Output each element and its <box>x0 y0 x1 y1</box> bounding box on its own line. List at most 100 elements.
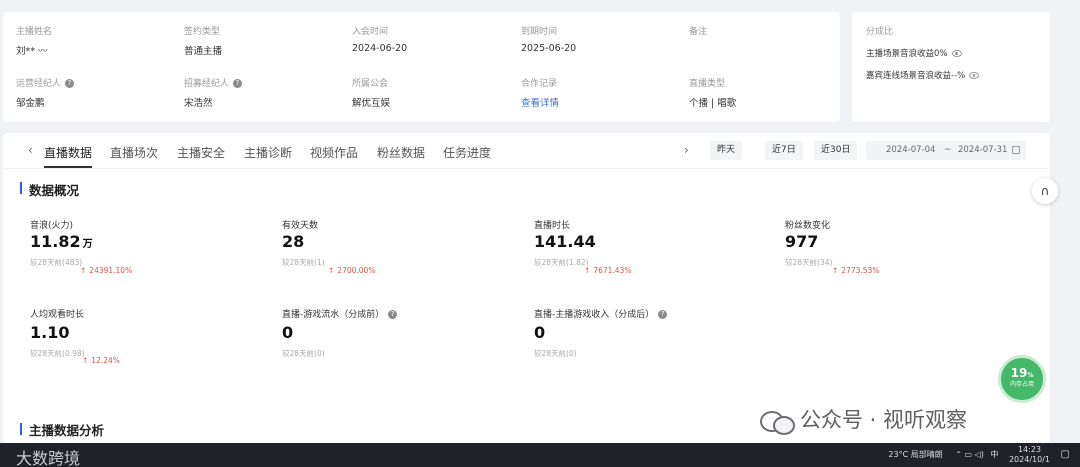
taskbar-watermark-text: 大数跨境 <box>16 449 81 467</box>
tab-live-data[interactable]: 直播数据 <box>44 144 92 161</box>
metric-label: 直播-主播游戏收入（分成后）? <box>534 307 668 320</box>
metric-change-text: 2773.53% <box>841 266 880 275</box>
metric-change: ↑ 2773.53% <box>832 266 879 275</box>
metric-change-text: 2700.00% <box>337 266 376 275</box>
live-type-label: 直播类型 <box>689 79 726 89</box>
gauge-subtitle: 内存占用 <box>1009 381 1034 388</box>
section-accent-bar <box>20 182 22 194</box>
guild-label: 所属公会 <box>352 79 389 89</box>
help-icon[interactable]: ? <box>388 310 398 319</box>
metric-value: 141.44 <box>534 232 596 251</box>
metric-change-text: 7671.43% <box>593 266 632 275</box>
overview-title: 数据概况 <box>29 183 80 198</box>
ime-indicator[interactable]: 中 <box>990 443 998 467</box>
split-row-guest: 嘉宾连线场景音浪收益--% <box>866 69 980 81</box>
recruit-agent-value: 宋浩然 <box>184 98 213 109</box>
metric-label-text: 直播-游戏流水（分成前） <box>282 310 385 320</box>
help-icon[interactable]: ? <box>65 79 75 88</box>
headset-icon[interactable]: ∩ <box>1032 178 1058 204</box>
watermark-text: 公众号 · 视听观察 <box>800 408 968 432</box>
last-30-days-button[interactable]: 近30日 <box>814 141 858 160</box>
contract-type-value: 普通主播 <box>184 46 223 57</box>
chevron-left-icon[interactable]: ‹ <box>28 143 33 157</box>
live-data-card: ‹ 直播数据 直播场次 主播安全 主播诊断 视频作品 粉丝数据 任务进度 › 昨… <box>3 133 1050 443</box>
metric-compare: 较28天前(483) <box>30 258 83 267</box>
tab-video-works[interactable]: 视频作品 <box>310 144 358 161</box>
metric-value-unit: 万 <box>82 239 93 250</box>
arrow-up-icon: ↑ <box>832 266 839 275</box>
metric-compare: 较28天前(1.82) <box>534 258 589 267</box>
analysis-title: 主播数据分析 <box>29 423 105 438</box>
cooperation-record-label: 合作记录 <box>521 79 558 89</box>
tab-anchor-safety[interactable]: 主播安全 <box>177 144 225 161</box>
split-row-guest-text: 嘉宾连线场景音浪收益--% <box>866 71 966 81</box>
split-row-anchor-text: 主播场景音浪收益0% <box>866 49 948 59</box>
recruit-agent-label-text: 招募经纪人 <box>184 79 230 89</box>
eye-icon[interactable] <box>969 72 980 79</box>
metric-value: 28 <box>282 232 305 251</box>
arrow-up-icon: ↑ <box>584 266 591 275</box>
gauge-value-number: 19 <box>1010 366 1028 380</box>
view-details-link[interactable]: 查看详情 <box>521 95 559 109</box>
date-range-picker[interactable]: 2024-07-04 ~ 2024-07-31 <box>866 141 1026 160</box>
gauge-value-unit: % <box>1027 372 1034 379</box>
notification-icon[interactable]: ▢ <box>1061 443 1070 467</box>
eye-icon[interactable] <box>951 50 962 57</box>
metric-change: ↑ 7671.43% <box>584 266 631 275</box>
gauge-value: 19% <box>1001 366 1043 380</box>
split-row-anchor: 主播场景音浪收益0% <box>866 47 962 59</box>
date-range-start: 2024-07-04 <box>886 145 936 155</box>
metric-value: 0 <box>534 323 546 342</box>
metric-label: 音浪(火力) <box>30 221 74 231</box>
metric-label: 直播时长 <box>534 221 571 231</box>
memory-gauge[interactable]: 19% 内存占用 <box>998 355 1046 403</box>
metric-value: 0 <box>282 323 294 342</box>
contract-type-label: 签约类型 <box>184 27 221 37</box>
live-type-value: 个播 | 唱歌 <box>689 98 737 109</box>
expire-date-label: 到期时间 <box>521 27 558 37</box>
metric-change: ↑ 24391.10% <box>80 266 132 275</box>
guild-value: 解优互娱 <box>352 98 391 109</box>
metric-value-number: 11.82 <box>30 232 81 251</box>
metric-change: ↑ 2700.00% <box>328 266 375 275</box>
active-tab-indicator <box>44 166 92 168</box>
metric-compare: 较28天前(0) <box>282 349 325 358</box>
anchor-info-card: 主播姓名 刘** 〰 签约类型 普通主播 入会时间 2024-06-20 到期时… <box>3 12 840 122</box>
operation-agent-label: 运营经纪人? <box>16 76 75 89</box>
help-icon[interactable]: ? <box>233 79 243 88</box>
last-7-days-button[interactable]: 近7日 <box>765 141 803 160</box>
system-tray: 23°C 局部晴朗 ⌃ ▭ ◁) 中 14:23 2024/10/1 ▢ <box>888 443 1070 467</box>
weather-text[interactable]: 23°C 局部晴朗 <box>888 443 942 467</box>
join-date-label: 入会时间 <box>352 27 389 37</box>
tab-task-progress[interactable]: 任务进度 <box>443 144 491 161</box>
remark-label: 备注 <box>689 27 708 37</box>
anchor-name-label: 主播姓名 <box>16 27 53 37</box>
clock-time: 14:23 <box>1017 445 1042 454</box>
clock[interactable]: 14:23 2024/10/1 <box>1009 445 1050 465</box>
section-accent-bar <box>20 423 22 435</box>
metric-value: 11.82 万 <box>30 232 93 251</box>
metric-label-text: 直播-主播游戏收入（分成后） <box>534 310 655 320</box>
help-icon[interactable]: ? <box>658 310 668 319</box>
anchor-name-value: 刘** 〰 <box>16 46 48 57</box>
metric-value: 1.10 <box>30 323 70 342</box>
tab-fan-data[interactable]: 粉丝数据 <box>377 144 425 161</box>
date-range-end: 2024-07-31 <box>958 145 1008 155</box>
operation-agent-value: 邹金鹏 <box>16 98 45 109</box>
metric-change: ↑ 12.24% <box>82 356 120 365</box>
yesterday-button[interactable]: 昨天 <box>710 141 743 160</box>
recruit-agent-label: 招募经纪人? <box>184 76 243 89</box>
tray-icons[interactable]: ⌃ ▭ ◁) <box>955 443 984 467</box>
tab-anchor-diagnosis[interactable]: 主播诊断 <box>244 144 292 161</box>
arrow-up-icon: ↑ <box>328 266 335 275</box>
operation-agent-label-text: 运营经纪人 <box>16 79 62 89</box>
metric-compare: 较28天前(0) <box>534 349 577 358</box>
metric-label: 粉丝数变化 <box>785 221 831 231</box>
metric-compare: 较28天前(1) <box>282 258 325 267</box>
tab-live-sessions[interactable]: 直播场次 <box>110 144 158 161</box>
chevron-right-icon[interactable]: › <box>684 143 689 157</box>
metric-compare: 较28天前(34) <box>785 258 833 267</box>
tab-bar: ‹ 直播数据 直播场次 主播安全 主播诊断 视频作品 粉丝数据 任务进度 › 昨… <box>3 133 1050 169</box>
taskbar: 大数跨境 23°C 局部晴朗 ⌃ ▭ ◁) 中 14:23 2024/10/1 … <box>0 443 1080 467</box>
split-ratio-title: 分成比 <box>866 27 894 37</box>
